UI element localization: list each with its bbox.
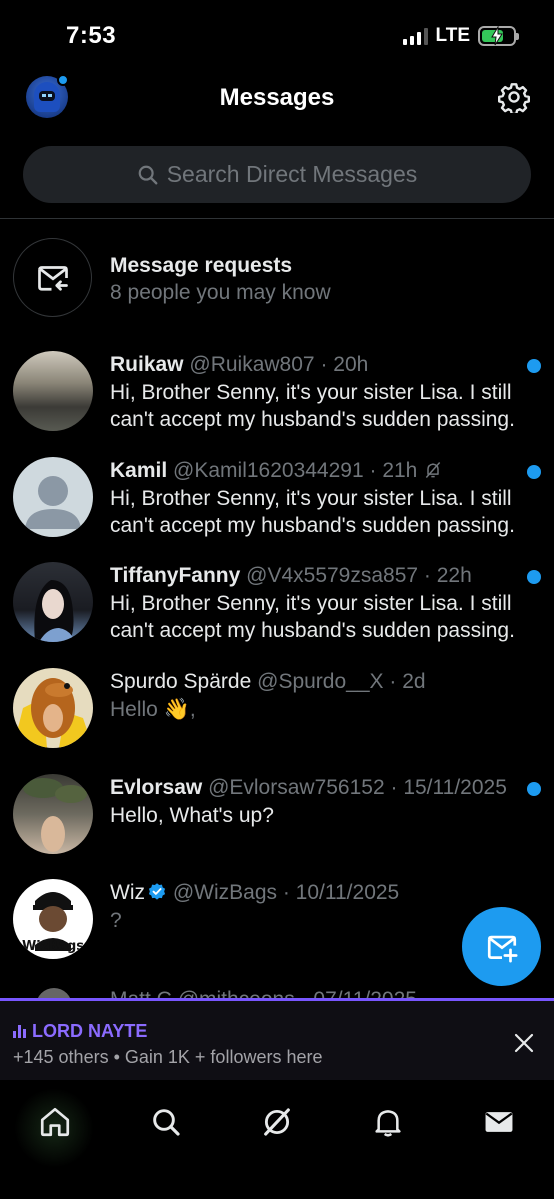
search-placeholder: Search Direct Messages	[166, 161, 418, 187]
home-icon	[40, 1107, 70, 1137]
avatar-wordmark: WizBags	[21, 939, 85, 954]
timestamp: · 21h	[369, 459, 418, 482]
space-title: LORD NAYTE	[13, 1021, 147, 1042]
message-preview: Hello, What's up?	[110, 804, 274, 827]
sender-name: Evlorsaw	[110, 776, 203, 799]
conversation-header: TiffanyFanny @V4x5579zsa857 · 22h	[110, 564, 472, 588]
avatar	[13, 668, 93, 748]
conversation-header: Evlorsaw @Evlorsaw756152 · 15/11/2025	[110, 776, 507, 800]
unread-dot	[527, 465, 541, 479]
conversation-row[interactable]: TiffanyFanny @V4x5579zsa857 · 22h Hi, Br…	[0, 562, 554, 662]
page-title: Messages	[219, 84, 335, 111]
sender-handle: @Evlorsaw756152	[208, 776, 385, 799]
nav-search[interactable]	[144, 1100, 188, 1144]
message-requests-row[interactable]: Message requests 8 people you may know	[0, 237, 554, 321]
search-icon	[138, 165, 158, 184]
sender-handle: @Ruikaw807	[189, 353, 315, 376]
sender-name: TiffanyFanny	[110, 564, 241, 587]
settings-gear-icon[interactable]	[498, 81, 530, 113]
network-label: LTE	[435, 25, 470, 46]
bottom-navigation	[0, 1080, 554, 1199]
sender-name: Wiz	[110, 881, 145, 904]
new-message-icon	[487, 935, 518, 963]
message-preview: Hi, Brother Senny, it's your sister Lisa…	[110, 487, 515, 537]
new-message-button[interactable]	[462, 907, 541, 986]
space-subtitle: +145 others • Gain 1K + followers here	[13, 1047, 323, 1067]
message-requests-subtitle: 8 people you may know	[110, 281, 331, 304]
timestamp: · 22h	[423, 564, 472, 587]
unread-dot	[527, 359, 541, 373]
avatar	[13, 774, 93, 854]
avatar	[13, 562, 93, 642]
conversation-row[interactable]: Evlorsaw @Evlorsaw756152 · 15/11/2025 He…	[0, 774, 554, 874]
header: Messages	[0, 64, 554, 130]
sender-name: Ruikaw	[110, 353, 184, 376]
message-requests-avatar	[13, 238, 92, 317]
conversation-header: Kamil @Kamil1620344291 · 21h	[110, 459, 443, 483]
space-banner[interactable]: LORD NAYTE +145 others • Gain 1K + follo…	[0, 998, 554, 1080]
sender-handle: @Kamil1620344291	[173, 459, 364, 482]
status-bar: 7:53 LTE	[0, 0, 554, 64]
divider	[0, 218, 554, 219]
default-avatar-icon	[25, 476, 81, 529]
battery-icon	[478, 26, 519, 46]
mail-arrow-icon	[37, 265, 68, 291]
grok-icon	[264, 1108, 290, 1136]
avatar	[13, 457, 93, 537]
sender-name: Kamil	[110, 459, 168, 482]
nav-messages[interactable]	[477, 1100, 521, 1144]
bell-icon	[375, 1110, 401, 1137]
signal-icon	[402, 27, 428, 45]
sender-handle: @V4x5579zsa857	[246, 564, 419, 587]
avatar: WizBags	[13, 879, 93, 959]
unread-dot	[527, 570, 541, 584]
charging-bolt-icon	[491, 26, 503, 46]
conversation-row[interactable]: Kamil @Kamil1620344291 · 21h Hi, Brother…	[0, 457, 554, 557]
muted-bell-icon	[425, 462, 441, 478]
message-preview: Hi, Brother Senny, it's your sister Lisa…	[110, 381, 515, 431]
sender-name: Spurdo Spärde	[110, 670, 252, 693]
conversation-row[interactable]: Spurdo Spärde @Spurdo__X · 2d Hello 👋,	[0, 668, 554, 768]
nav-grok[interactable]	[255, 1100, 299, 1144]
message-requests-title: Message requests	[110, 254, 293, 277]
live-audio-icon	[13, 1025, 26, 1038]
avatar	[13, 351, 93, 431]
nav-home[interactable]	[33, 1100, 77, 1144]
space-host-name: LORD NAYTE	[32, 1021, 148, 1041]
sender-handle: @Spurdo__X	[257, 670, 384, 693]
sender-handle: @WizBags	[172, 881, 278, 904]
message-preview: Hello 👋,	[110, 698, 196, 721]
timestamp: · 10/11/2025	[282, 881, 400, 904]
conversation-header: Wiz @WizBags · 10/11/2025	[110, 881, 399, 905]
status-time: 7:53	[66, 22, 117, 49]
unread-dot	[527, 782, 541, 796]
search-icon	[153, 1109, 180, 1136]
timestamp: · 20h	[320, 353, 369, 376]
timestamp: · 15/11/2025	[390, 776, 507, 799]
conversation-header: Ruikaw @Ruikaw807 · 20h	[110, 353, 368, 377]
message-preview: Hi, Brother Senny, it's your sister Lisa…	[110, 592, 515, 642]
conversation-row[interactable]: Ruikaw @Ruikaw807 · 20h Hi, Brother Senn…	[0, 351, 554, 451]
verified-badge-icon	[148, 883, 166, 900]
search-input[interactable]: Search Direct Messages	[23, 146, 531, 203]
status-indicators: LTE	[402, 25, 519, 47]
close-icon[interactable]	[512, 1031, 536, 1055]
mail-icon	[485, 1112, 513, 1132]
conversation-header: Spurdo Spärde @Spurdo__X · 2d	[110, 670, 426, 694]
nav-notifications[interactable]	[366, 1100, 410, 1144]
timestamp: · 2d	[389, 670, 426, 693]
